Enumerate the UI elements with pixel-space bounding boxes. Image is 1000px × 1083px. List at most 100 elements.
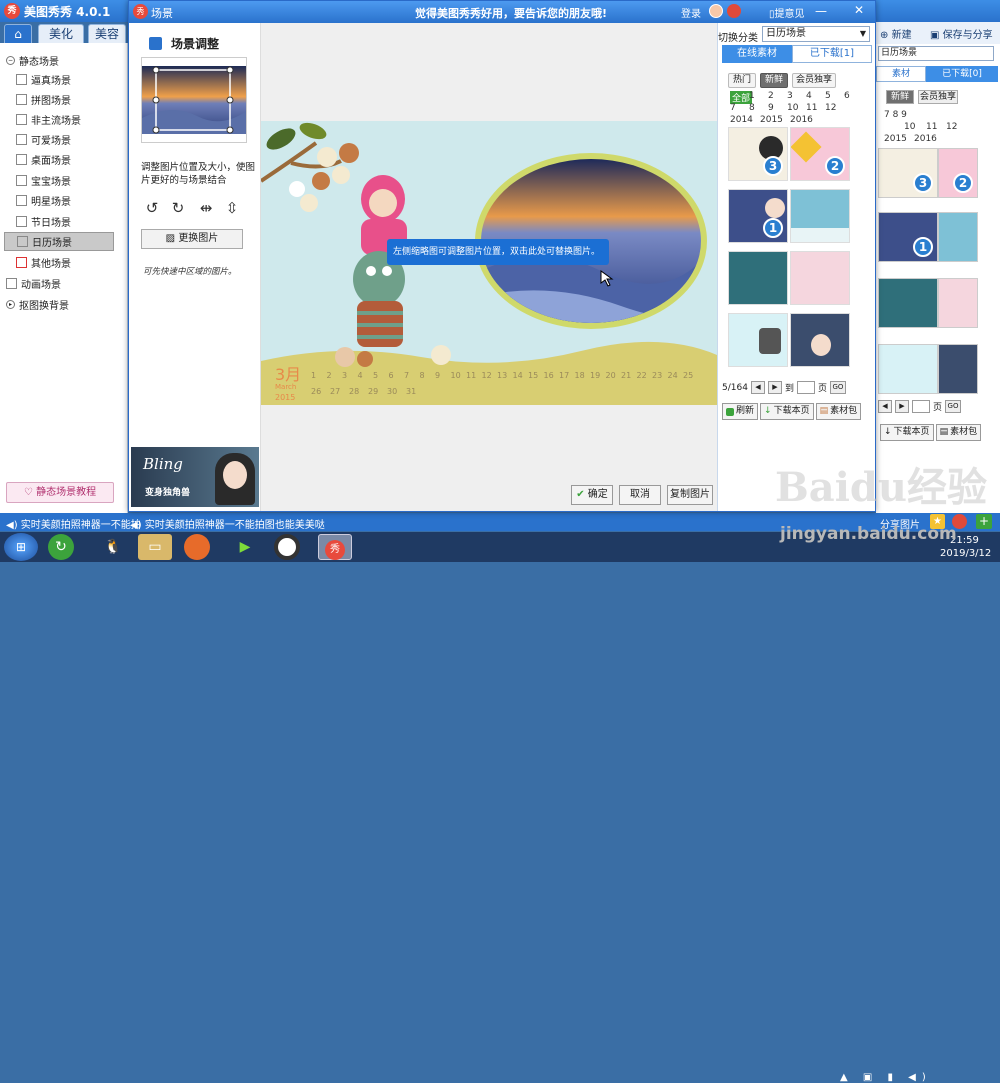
right-tab-downloaded[interactable]: 已下载[0] xyxy=(926,66,998,82)
home-tab[interactable]: ⌂ xyxy=(4,24,32,43)
right-filter-vip[interactable]: 会员独享 xyxy=(918,90,958,104)
meitu-taskbar-button[interactable]: 秀 xyxy=(318,534,352,560)
close-icon[interactable]: ✕ xyxy=(847,3,871,20)
right-thumb[interactable] xyxy=(938,212,978,262)
copy-image-button[interactable]: 复制图片 xyxy=(667,485,713,505)
static-scene-tutorial-button[interactable]: ♡ 静态场景教程 xyxy=(6,482,114,503)
month-filter[interactable]: 6 xyxy=(844,91,850,101)
month-filter[interactable]: 9 xyxy=(768,103,774,113)
material-thumb[interactable] xyxy=(728,251,788,305)
tree-item-selected[interactable]: 日历场景 xyxy=(4,232,114,251)
material-thumb[interactable] xyxy=(790,313,850,367)
rotate-right-icon[interactable]: ↻ xyxy=(169,199,187,217)
right-thumb[interactable] xyxy=(878,344,938,394)
prev-page-icon[interactable]: ◀ xyxy=(878,400,892,413)
login-link[interactable]: 登录 xyxy=(681,5,701,20)
download-page-button[interactable]: ↓ 下载本页 xyxy=(760,403,814,420)
explorer-icon[interactable]: ▭ xyxy=(138,534,172,560)
right-filter-fresh[interactable]: 新鲜 xyxy=(886,90,914,104)
flip-horizontal-icon[interactable]: ⇹ xyxy=(197,199,215,217)
status-ad-text[interactable]: ◀) 实时美颜拍照神器一不能拍 xyxy=(6,516,141,531)
qq-icon[interactable]: 🐧 xyxy=(96,534,130,560)
feedback-link[interactable]: ▯提意见 xyxy=(769,5,805,20)
right-year[interactable]: 2016 xyxy=(914,134,937,144)
tree-item[interactable]: 逼真场景 xyxy=(16,70,71,89)
tree-group-static[interactable]: − 静态场景 xyxy=(6,51,59,70)
right-category-select[interactable]: 日历场景 xyxy=(878,46,994,61)
tree-item[interactable]: 节日场景 xyxy=(16,212,71,231)
firefox-icon[interactable] xyxy=(184,534,210,560)
right-thumb[interactable] xyxy=(938,344,978,394)
category-select[interactable]: 日历场景 ▼ xyxy=(762,26,870,42)
material-thumb[interactable]: 2 xyxy=(790,127,850,181)
media-player-icon[interactable]: ▶ xyxy=(228,534,262,560)
tree-item[interactable]: 非主流场景 xyxy=(16,110,81,129)
month-filter[interactable]: 2016 xyxy=(790,115,813,125)
month-filter[interactable]: 5 xyxy=(825,91,831,101)
right-thumb[interactable]: 1 xyxy=(878,212,938,262)
next-page-icon[interactable]: ▶ xyxy=(895,400,909,413)
month-filter[interactable]: 2014 xyxy=(730,115,753,125)
right-year[interactable]: 2015 xyxy=(884,134,907,144)
tab-online-material[interactable]: 在线素材 xyxy=(722,45,792,63)
material-thumb[interactable] xyxy=(790,189,850,243)
month-filter[interactable]: 4 xyxy=(806,91,812,101)
add-icon[interactable]: + xyxy=(976,514,992,529)
right-num[interactable]: 11 xyxy=(926,122,937,132)
right-thumb[interactable] xyxy=(938,278,978,328)
right-go-button[interactable]: GO xyxy=(945,400,962,413)
start-button[interactable]: ⊞ xyxy=(4,533,38,561)
month-filter[interactable]: 12 xyxy=(825,103,836,113)
refresh-button[interactable]: 刷新 xyxy=(722,403,759,420)
month-filter[interactable]: 1 xyxy=(749,91,755,101)
360-browser-icon[interactable]: ↻ xyxy=(48,534,74,560)
save-share-button[interactable]: ▣ 保存与分享 xyxy=(930,26,993,41)
filter-fresh[interactable]: 新鲜 xyxy=(760,73,788,88)
tree-item[interactable]: 拼图场景 xyxy=(16,90,71,109)
new-button[interactable]: ⊕ 新建 xyxy=(880,26,912,41)
month-filter[interactable]: 8 xyxy=(749,103,755,113)
month-filter[interactable]: 2015 xyxy=(760,115,783,125)
right-thumb[interactable] xyxy=(878,278,938,328)
material-thumb[interactable] xyxy=(728,313,788,367)
weibo-icon[interactable] xyxy=(727,4,741,18)
right-num[interactable]: 10 xyxy=(904,122,915,132)
minimize-icon[interactable]: — xyxy=(815,4,827,18)
material-thumb[interactable] xyxy=(790,251,850,305)
replace-image-button[interactable]: ▨ 更换图片 xyxy=(141,229,243,249)
status-ad-text-dialog[interactable]: ◀) 实时美颜拍照神器一不能拍图也能美美哒 xyxy=(130,516,325,531)
tab-beauty[interactable]: 美容 xyxy=(88,24,126,43)
right-download-page-button[interactable]: ↓ 下载本页 xyxy=(880,424,934,441)
right-tab-material[interactable]: 素材 xyxy=(876,66,926,82)
month-filter[interactable]: 7 xyxy=(730,103,736,113)
tree-group-animated[interactable]: 动画场景 xyxy=(6,274,61,293)
tab-beautify[interactable]: 美化 xyxy=(38,24,84,43)
page-input[interactable] xyxy=(796,381,815,394)
tree-group-cutout[interactable]: ▸ 抠图换背景 xyxy=(6,295,69,314)
promo-banner[interactable]: Bling 变身独角兽 xyxy=(131,447,259,507)
filter-vip[interactable]: 会员独享 xyxy=(792,73,836,88)
flip-vertical-icon[interactable]: ⇳ xyxy=(223,199,241,217)
tree-item[interactable]: 桌面场景 xyxy=(16,150,71,169)
tree-item[interactable]: 明星场景 xyxy=(16,191,71,210)
material-thumb[interactable]: 3 xyxy=(728,127,788,181)
right-pack-button[interactable]: ▤ 素材包 xyxy=(935,424,982,441)
right-num[interactable]: 12 xyxy=(946,122,957,132)
material-thumb[interactable]: 1 xyxy=(728,189,788,243)
right-page-input[interactable] xyxy=(912,400,930,413)
next-page-icon[interactable]: ▶ xyxy=(767,381,782,394)
avatar[interactable] xyxy=(709,4,723,18)
confirm-button[interactable]: ✔ 确定 xyxy=(571,485,613,505)
material-pack-button[interactable]: ▤ 素材包 xyxy=(815,403,862,420)
tree-item[interactable]: 可爱场景 xyxy=(16,130,71,149)
dialog-slogan[interactable]: 觉得美图秀秀好用，要告诉您的朋友哦! xyxy=(415,5,607,21)
month-filter[interactable]: 2 xyxy=(768,91,774,101)
prev-page-icon[interactable]: ◀ xyxy=(750,381,765,394)
go-button[interactable]: GO xyxy=(829,381,846,394)
month-filter[interactable]: 3 xyxy=(787,91,793,101)
photo-preview-crop[interactable] xyxy=(141,57,247,143)
tree-item[interactable]: 其他场景 xyxy=(16,253,71,272)
cancel-button[interactable]: 取消 xyxy=(619,485,661,505)
right-thumb[interactable]: 2 xyxy=(938,148,978,198)
tab-downloaded[interactable]: 已下载[1] xyxy=(792,45,872,63)
